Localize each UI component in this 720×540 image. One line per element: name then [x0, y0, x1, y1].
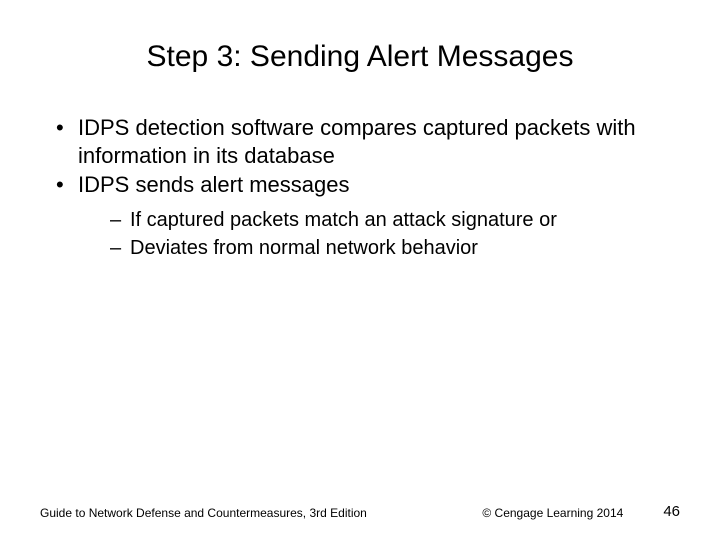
bullet-list: IDPS detection software compares capture… [50, 114, 680, 261]
bullet-item: IDPS sends alert messages If captured pa… [50, 171, 680, 261]
bullet-text: IDPS detection software compares capture… [78, 115, 636, 168]
footer-page-number: 46 [623, 503, 680, 520]
sub-list: If captured packets match an attack sign… [78, 207, 680, 261]
slide-content: IDPS detection software compares capture… [40, 114, 680, 261]
footer-left: Guide to Network Defense and Countermeas… [40, 506, 452, 520]
footer-copyright: © Cengage Learning 2014 [452, 506, 623, 520]
sub-item: If captured packets match an attack sign… [106, 207, 680, 233]
sub-text: If captured packets match an attack sign… [130, 209, 557, 231]
bullet-item: IDPS detection software compares capture… [50, 114, 680, 169]
sub-text: Deviates from normal network behavior [130, 237, 478, 259]
bullet-text: IDPS sends alert messages [78, 172, 349, 197]
slide-title: Step 3: Sending Alert Messages [40, 40, 680, 74]
slide-container: Step 3: Sending Alert Messages IDPS dete… [0, 0, 720, 540]
sub-item: Deviates from normal network behavior [106, 235, 680, 261]
slide-footer: Guide to Network Defense and Countermeas… [40, 503, 680, 520]
